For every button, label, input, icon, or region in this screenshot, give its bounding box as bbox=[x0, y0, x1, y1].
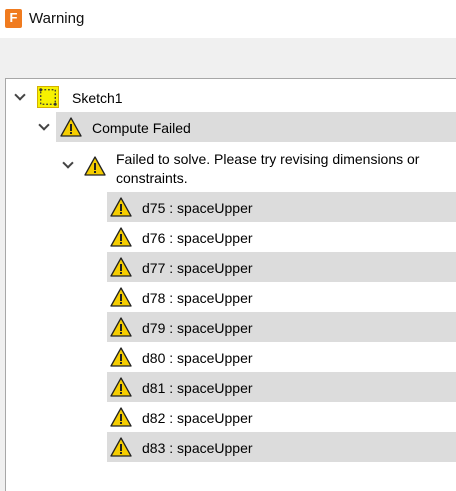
tree-item-dimension[interactable]: d82 : spaceUpper bbox=[142, 410, 253, 426]
warning-tree[interactable]: Sketch1 Compute Failed Failed to solve. … bbox=[5, 78, 456, 491]
tree-item-sketch1[interactable]: Sketch1 bbox=[72, 90, 123, 106]
tree-item-dimension[interactable]: d78 : spaceUpper bbox=[142, 290, 253, 306]
sketch-icon bbox=[37, 86, 59, 108]
tree-item-dimension[interactable]: d77 : spaceUpper bbox=[142, 260, 253, 276]
window-title: Warning bbox=[29, 10, 85, 27]
tree-item-solve-line2[interactable]: constraints. bbox=[116, 170, 188, 186]
tree-item-dimension[interactable]: d75 : spaceUpper bbox=[142, 200, 253, 216]
warning-icon bbox=[110, 287, 132, 307]
warning-icon bbox=[110, 377, 132, 397]
warning-icon bbox=[110, 227, 132, 247]
warning-icon bbox=[110, 347, 132, 367]
warning-icon bbox=[110, 197, 132, 217]
tree-item-dimension[interactable]: d83 : spaceUpper bbox=[142, 440, 253, 456]
chevron-down-icon[interactable] bbox=[14, 89, 26, 101]
tree-item-compute-failed[interactable]: Compute Failed bbox=[92, 120, 191, 136]
title-bar: F Warning bbox=[0, 0, 456, 38]
tree-item-solve-line1[interactable]: Failed to solve. Please try revising dim… bbox=[116, 151, 419, 167]
warning-icon bbox=[84, 156, 106, 176]
tree-item-dimension[interactable]: d80 : spaceUpper bbox=[142, 350, 253, 366]
chevron-down-icon[interactable] bbox=[38, 119, 50, 131]
warning-icon bbox=[110, 437, 132, 457]
tree-item-dimension[interactable]: d79 : spaceUpper bbox=[142, 320, 253, 336]
tree-item-dimension[interactable]: d76 : spaceUpper bbox=[142, 230, 253, 246]
warning-icon bbox=[110, 317, 132, 337]
warning-window: F Warning Sketch1 Compute Failed Failed … bbox=[0, 0, 456, 491]
tree-item-dimension[interactable]: d81 : spaceUpper bbox=[142, 380, 253, 396]
warning-icon bbox=[60, 117, 82, 137]
chevron-down-icon[interactable] bbox=[62, 157, 74, 169]
warning-icon bbox=[110, 257, 132, 277]
app-icon: F bbox=[5, 9, 22, 28]
warning-icon bbox=[110, 407, 132, 427]
